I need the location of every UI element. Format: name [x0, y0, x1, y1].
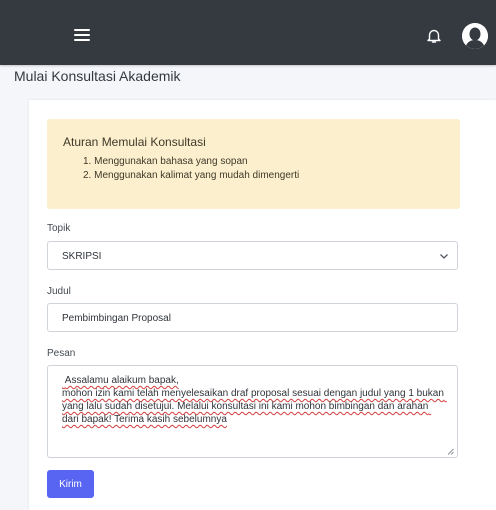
message-textarea[interactable]: Assalamu alaikum bapak, mohon izin kami …	[47, 365, 458, 458]
chevron-down-icon	[439, 251, 449, 261]
rules-list: 1. Menggunakan bahasa yang sopan 2. Meng…	[63, 155, 299, 183]
topic-select[interactable]: SKRIPSI	[47, 241, 458, 270]
hamburger-icon[interactable]	[74, 29, 90, 41]
rules-alert: Aturan Memulai Konsultasi 1. Menggunakan…	[47, 119, 460, 209]
rule-item: 1. Menggunakan bahasa yang sopan	[83, 156, 248, 167]
message-textarea-value: Assalamu alaikum bapak, mohon izin kami …	[62, 375, 444, 425]
page-title: Mulai Konsultasi Akademik	[14, 68, 181, 84]
resize-grip-icon[interactable]	[447, 447, 454, 455]
consultation-form-card: Aturan Memulai Konsultasi 1. Menggunakan…	[29, 100, 496, 510]
topic-selected-value: SKRIPSI	[62, 251, 102, 262]
title-input-value: Pembimbingan Proposal	[62, 313, 171, 324]
topic-label: Topik	[47, 223, 71, 234]
message-label: Pesan	[47, 348, 76, 359]
top-navbar	[0, 0, 496, 65]
user-avatar-icon[interactable]	[462, 23, 488, 49]
rule-item: 2. Menggunakan kalimat yang mudah dimeng…	[83, 170, 300, 181]
rules-title: Aturan Memulai Konsultasi	[63, 135, 206, 149]
title-input[interactable]: Pembimbingan Proposal	[47, 303, 458, 332]
submit-button[interactable]: Kirim	[47, 470, 94, 498]
bell-icon[interactable]	[426, 27, 442, 45]
title-label: Judul	[47, 286, 71, 297]
